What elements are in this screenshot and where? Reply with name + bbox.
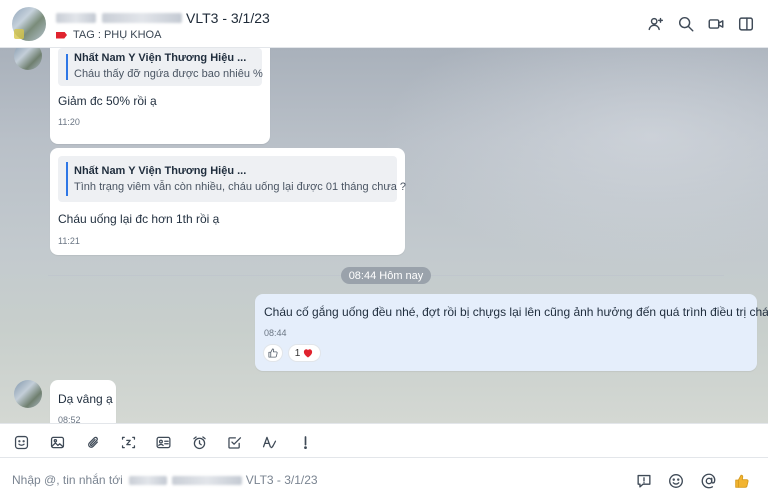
quote-text: Cháu thấy đỡ ngứa được bao nhiêu % bbox=[74, 68, 263, 80]
add-member-icon[interactable] bbox=[646, 14, 666, 34]
received-message[interactable]: Nhất Nam Y Viện Thương Hiệu ... Cháu thấ… bbox=[50, 48, 270, 144]
thumbs-up-icon[interactable] bbox=[731, 470, 753, 492]
conversation-tag[interactable]: TAG : PHỤ KHOA bbox=[56, 29, 161, 41]
message-time: 08:52 bbox=[58, 415, 81, 423]
message-composer[interactable]: Nhập @, tin nhắn tới VLT3 - 3/1/23 bbox=[0, 458, 768, 500]
message-time: 08:44 bbox=[264, 328, 287, 338]
search-icon[interactable] bbox=[676, 14, 696, 34]
tag-icon bbox=[56, 31, 67, 39]
quick-message-icon[interactable] bbox=[633, 470, 655, 492]
sender-avatar[interactable] bbox=[14, 48, 42, 70]
reaction-count: 1 bbox=[294, 347, 301, 359]
heart-icon bbox=[304, 349, 313, 358]
attachment-icon[interactable] bbox=[83, 432, 103, 452]
reaction-summary[interactable]: 1 bbox=[288, 344, 321, 362]
screenshot-icon[interactable] bbox=[118, 432, 138, 452]
sent-message[interactable]: Cháu cố gắng uống đều nhé, đợt rồi bị ch… bbox=[255, 294, 768, 371]
image-icon[interactable] bbox=[47, 432, 67, 452]
received-message[interactable]: Nhất Nam Y Viện Thương Hiệu ... Tình trạ… bbox=[50, 148, 406, 255]
message-time: 11:20 bbox=[58, 117, 80, 127]
sidebar-toggle-icon[interactable] bbox=[736, 14, 756, 34]
format-text-icon[interactable] bbox=[259, 432, 279, 452]
conversation-avatar[interactable] bbox=[12, 7, 46, 41]
header-actions bbox=[646, 14, 756, 34]
date-separator: 08:44 Hôm nay bbox=[341, 267, 431, 284]
sender-avatar[interactable] bbox=[14, 380, 42, 408]
quoted-message[interactable]: Nhất Nam Y Viện Thương Hiệu ... Tình trạ… bbox=[58, 156, 406, 202]
redacted-name bbox=[128, 475, 167, 485]
sticker-icon[interactable] bbox=[11, 432, 31, 452]
quote-text: Tình trạng viêm vẫn còn nhiều, cháu uống… bbox=[74, 181, 406, 193]
message-time: 11:21 bbox=[58, 236, 80, 246]
conversation-title-text: VLT3 - 3/1/23 bbox=[186, 10, 270, 26]
received-message[interactable]: Dạ vâng ạ 08:52 bbox=[50, 380, 116, 423]
redacted-name bbox=[171, 475, 242, 485]
tag-label: TAG : PHỤ KHOA bbox=[73, 29, 162, 41]
important-icon[interactable] bbox=[295, 432, 315, 452]
redacted-name bbox=[56, 13, 96, 23]
message-text: Giảm đc 50% rồi ạ bbox=[58, 94, 157, 108]
conversation-title[interactable]: VLT3 - 3/1/23 bbox=[56, 9, 270, 27]
mention-icon[interactable] bbox=[698, 470, 720, 492]
task-icon[interactable] bbox=[224, 432, 244, 452]
message-text: Dạ vâng ạ bbox=[58, 392, 113, 406]
placeholder-prefix: Nhập @, tin nhắn tới bbox=[12, 473, 123, 487]
placeholder-suffix: VLT3 - 3/1/23 bbox=[245, 473, 318, 487]
video-call-icon[interactable] bbox=[706, 14, 726, 34]
message-input[interactable]: Nhập @, tin nhắn tới VLT3 - 3/1/23 bbox=[12, 473, 318, 487]
redacted-name bbox=[102, 13, 182, 23]
message-list[interactable]: Nhất Nam Y Viện Thương Hiệu ... Cháu thấ… bbox=[0, 48, 768, 423]
react-button[interactable] bbox=[263, 344, 283, 362]
quote-author: Nhất Nam Y Viện Thương Hiệu ... bbox=[74, 52, 247, 64]
message-text: Cháu uống lại đc hơn 1th rồi ạ bbox=[58, 212, 220, 226]
emoji-icon[interactable] bbox=[665, 470, 687, 492]
message-text: Cháu cố gắng uống đều nhé, đợt rồi bị ch… bbox=[264, 305, 768, 319]
reminder-icon[interactable] bbox=[189, 432, 209, 452]
quote-author: Nhất Nam Y Viện Thương Hiệu ... bbox=[74, 165, 247, 177]
contact-card-icon[interactable] bbox=[153, 432, 173, 452]
composer-toolbar bbox=[0, 423, 768, 458]
chat-header: VLT3 - 3/1/23 TAG : PHỤ KHOA bbox=[0, 0, 768, 48]
thumbs-up-outline-icon bbox=[268, 348, 278, 358]
quoted-message[interactable]: Nhất Nam Y Viện Thương Hiệu ... Cháu thấ… bbox=[58, 48, 263, 86]
